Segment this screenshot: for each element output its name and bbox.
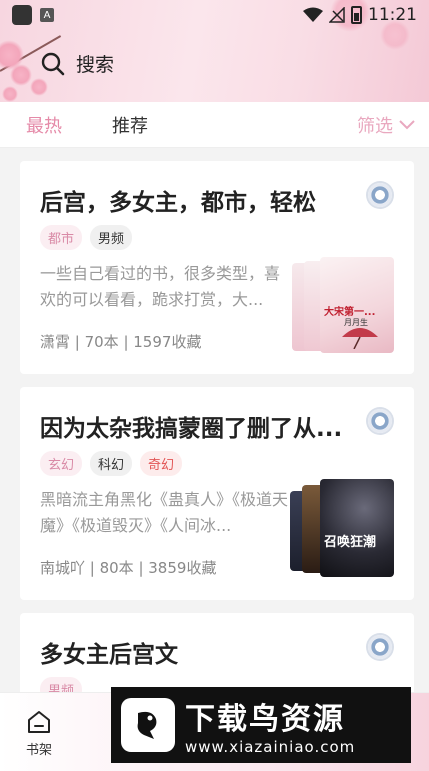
blossom-decoration	[10, 64, 32, 86]
keyboard-a-icon: A	[40, 8, 54, 22]
tag: 男频	[90, 225, 133, 250]
nav-label: 书架	[26, 743, 53, 758]
filter-label: 筛选	[357, 115, 393, 137]
search-button[interactable]: 搜索	[40, 50, 114, 77]
watermark-title: 下载鸟资源	[185, 702, 345, 737]
tag: 男频	[40, 677, 83, 693]
tab-bar: 最热 推荐 筛选	[0, 102, 429, 148]
watermark-url: www.xiazainiao.com	[185, 738, 356, 756]
tag: 奇幻	[140, 451, 183, 476]
chevron-down-icon	[399, 119, 415, 129]
tag-list: 玄幻 科幻 奇幻	[40, 451, 183, 476]
card-meta: 潇霄 | 70本 | 1597收藏	[40, 333, 202, 351]
book-list-card[interactable]: 因为太杂我搞蒙圈了删了从... 玄幻 科幻 奇幻 黑暗流主角黑化《蛊真人》《极道…	[20, 387, 414, 600]
blossom-decoration	[30, 78, 48, 96]
book-list-card[interactable]: 多女主后宫文 男频	[20, 613, 414, 693]
nav-bookshelf[interactable]: 书架	[26, 709, 52, 758]
no-signal-icon	[329, 7, 345, 23]
card-description: 一些自己看过的书，很多类型，喜欢的可以看看，跪求打赏，大...	[40, 264, 281, 309]
card-title: 后宫，多女主，都市，轻松	[40, 190, 316, 216]
card-title: 多女主后宫文	[40, 642, 178, 668]
tab-recommended[interactable]: 推荐	[112, 112, 148, 138]
card-title: 因为太杂我搞蒙圈了删了从...	[40, 416, 343, 442]
watermark-banner: 下载鸟资源 www.xiazainiao.com	[111, 687, 411, 763]
book-cover: 召唤狂潮	[320, 479, 394, 577]
tag-list: 男频	[40, 677, 83, 693]
umbrella-icon	[342, 328, 378, 349]
avatar-badge-icon	[368, 183, 392, 207]
tab-hottest[interactable]: 最热	[26, 112, 62, 138]
avatar-badge-icon	[368, 635, 392, 659]
tag: 科幻	[90, 451, 133, 476]
bird-logo-icon	[121, 698, 175, 752]
search-icon	[41, 52, 65, 75]
wifi-icon	[303, 7, 323, 22]
tag: 玄幻	[40, 451, 83, 476]
cover-title: 召唤狂潮	[324, 535, 377, 550]
status-time: 11:21	[368, 5, 417, 25]
tag-list: 都市 男频	[40, 225, 133, 250]
battery-icon	[351, 6, 362, 24]
cover-title: 大宋第一...	[324, 307, 376, 318]
filter-button[interactable]: 筛选	[357, 112, 415, 138]
avatar-badge-icon	[368, 409, 392, 433]
app-notification-icon	[12, 5, 32, 25]
search-label: 搜索	[76, 54, 115, 76]
card-meta: 南城吖 | 80本 | 3859收藏	[40, 559, 217, 577]
status-bar: A 11:21	[0, 0, 429, 30]
book-list-card[interactable]: 后宫，多女主，都市，轻松 都市 男频 一些自己看过的书，很多类型，喜欢的可以看看…	[20, 161, 414, 374]
blossom-decoration	[2, 86, 18, 102]
home-icon	[28, 711, 50, 733]
book-cover: 大宋第一... 月月生	[320, 257, 394, 353]
book-list: 后宫，多女主，都市，轻松 都市 男频 一些自己看过的书，很多类型，喜欢的可以看看…	[0, 148, 429, 693]
card-description: 黑暗流主角黑化《蛊真人》《极道天魔》《极道毁灭》《人间冰...	[40, 490, 289, 535]
tag: 都市	[40, 225, 83, 250]
